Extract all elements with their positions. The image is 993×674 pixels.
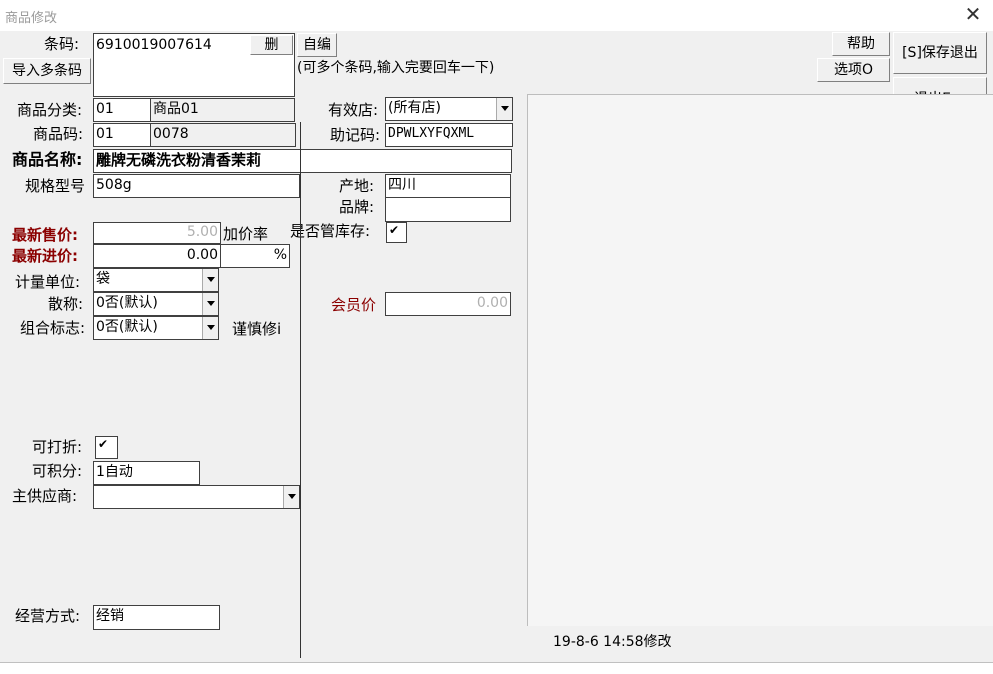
spec-field[interactable]: 508g [93, 174, 300, 198]
checkmark-icon: ✔ [98, 437, 109, 451]
category-code-field[interactable]: 01 [93, 98, 151, 122]
auto-code-button[interactable]: 自编 [297, 33, 337, 57]
store-select[interactable]: (所有店) [385, 97, 513, 121]
chevron-down-icon[interactable] [202, 269, 218, 291]
product-code-field[interactable]: 0078 [150, 123, 296, 147]
markup-label: 加价率 [223, 225, 269, 243]
combo-note: 谨慎修i [232, 320, 282, 338]
business-mode-field[interactable]: 经销 [93, 605, 220, 630]
spec-label: 规格型号 [25, 177, 86, 195]
combo-value: 0否(默认) [96, 319, 158, 335]
origin-label: 产地: [339, 177, 375, 195]
sale-price-field[interactable]: 5.00 [93, 222, 221, 244]
close-icon[interactable]: ✕ [963, 3, 983, 25]
chevron-down-icon[interactable] [202, 317, 218, 339]
markup-field[interactable]: % [220, 244, 290, 268]
origin-field[interactable]: 四川 [385, 174, 511, 198]
brand-field[interactable] [385, 197, 511, 222]
purchase-price-field[interactable]: 0.00 [93, 244, 221, 268]
category-name-field: 商品01 [150, 98, 295, 122]
business-mode-label: 经营方式: [15, 607, 81, 625]
unit-label: 计量单位: [15, 273, 81, 291]
combo-label: 组合标志: [20, 319, 86, 337]
combo-select[interactable]: 0否(默认) [93, 316, 219, 340]
member-price-field[interactable]: 0.00 [385, 292, 511, 316]
points-field[interactable]: 1自动 [93, 461, 200, 485]
bulk-select[interactable]: 0否(默认) [93, 292, 219, 316]
brand-label: 品牌: [339, 198, 375, 216]
member-price-label: 会员价 [331, 296, 377, 314]
store-value: (所有店) [388, 100, 441, 116]
barcode-label: 条码: [44, 35, 80, 53]
product-name-field[interactable]: 雕牌无磷洗衣粉清香茉莉 [93, 149, 512, 173]
store-label: 有效店: [328, 101, 379, 119]
options-button[interactable]: 选项O [817, 58, 890, 82]
chevron-down-icon[interactable] [283, 486, 299, 508]
chevron-down-icon[interactable] [202, 293, 218, 315]
checkmark-icon: ✔ [389, 223, 400, 237]
barcode-value: 6910019007614 [96, 37, 212, 53]
bulk-label: 散称: [48, 295, 84, 313]
mnemonic-field[interactable]: DPWLXYFQXML [385, 123, 513, 147]
import-barcodes-button[interactable]: 导入多条码 [3, 58, 91, 84]
delete-barcode-button[interactable]: 删 [250, 35, 293, 55]
product-code-value: 0078 [153, 126, 189, 142]
manage-stock-label: 是否管库存: [290, 222, 371, 240]
mnemonic-label: 助记码: [330, 126, 381, 144]
bulk-value: 0否(默认) [96, 295, 158, 311]
unit-value: 袋 [96, 271, 110, 287]
unit-select[interactable]: 袋 [93, 268, 219, 292]
modified-status: 19-8-6 14:58修改 [553, 634, 672, 650]
background-grid-strip [0, 662, 993, 674]
title-bar: 商品修改 ✕ [0, 0, 993, 31]
discountable-checkbox[interactable]: ✔ [95, 436, 118, 459]
product-name-label: 商品名称: [12, 150, 83, 169]
product-code-label: 商品码: [33, 125, 84, 143]
save-exit-button[interactable]: [S]保存退出 [893, 32, 987, 74]
window-title: 商品修改 [5, 11, 58, 26]
purchase-price-label: 最新进价: [12, 247, 78, 265]
product-code-prefix: 01 [93, 123, 151, 147]
sale-price-label: 最新售价: [12, 226, 78, 244]
barcode-hint: (可多个条码,输入完要回车一下) [297, 60, 495, 76]
supplier-label: 主供应商: [12, 487, 78, 505]
points-label: 可积分: [32, 462, 83, 480]
image-panel [527, 94, 993, 626]
supplier-select[interactable] [93, 485, 300, 509]
help-button[interactable]: 帮助 [832, 32, 890, 56]
discountable-label: 可打折: [32, 438, 83, 456]
category-label: 商品分类: [17, 101, 83, 119]
chevron-down-icon[interactable] [496, 98, 512, 120]
percent-unit: % [273, 247, 287, 263]
vertical-divider [300, 122, 301, 658]
manage-stock-checkbox[interactable]: ✔ [386, 222, 407, 243]
